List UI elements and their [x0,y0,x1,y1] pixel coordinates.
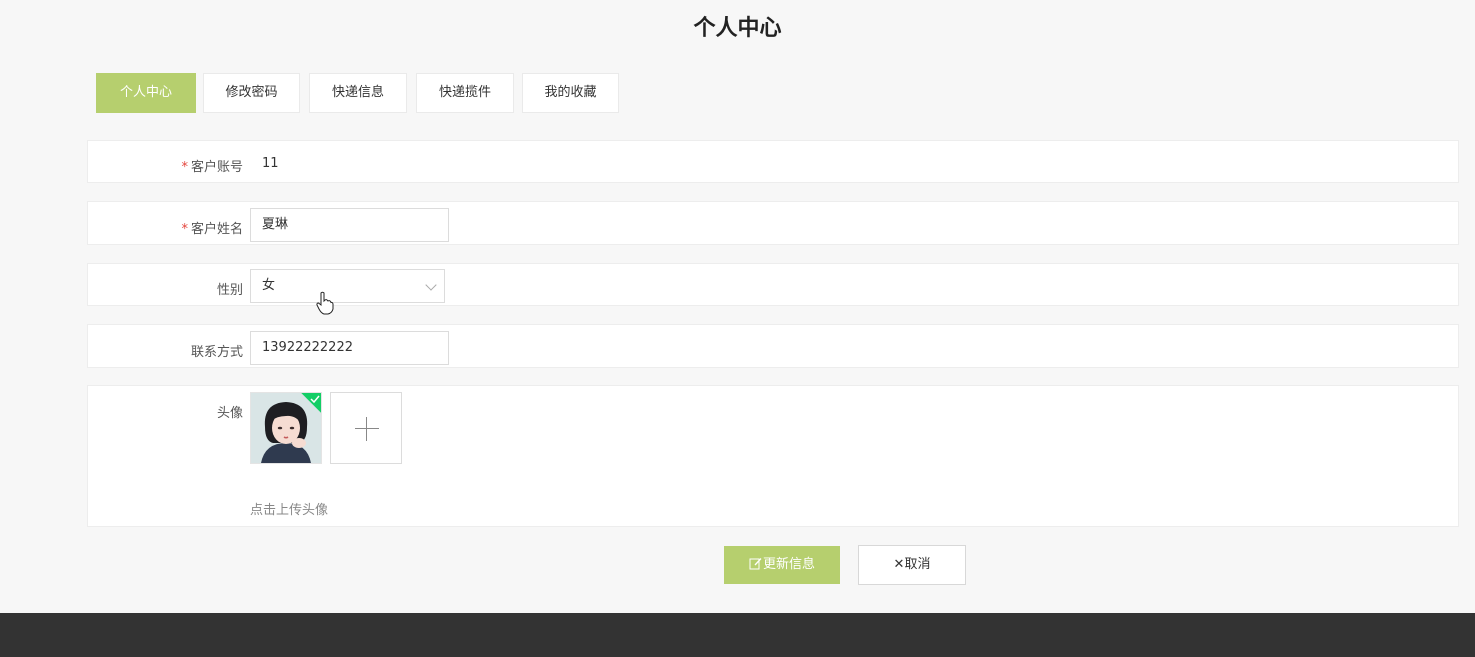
tab-express-pickup[interactable]: 快递揽件 [416,73,514,113]
gender-select-value: 女 [262,278,276,293]
update-info-button[interactable]: 更新信息 [724,546,840,584]
close-icon: ✕ [893,557,905,572]
form-row-gender: 性别 女 [87,263,1459,306]
cancel-button[interactable]: ✕取消 [858,545,966,585]
check-icon [310,395,320,403]
tab-change-password[interactable]: 修改密码 [203,73,300,113]
phone-label: 联系方式 [190,345,243,360]
form-row-account: * 客户账号 11 [87,140,1459,183]
form-row-phone: 联系方式 13922222222 [87,324,1459,368]
tab-my-favorites[interactable]: 我的收藏 [522,73,619,113]
required-mark: * [181,222,188,237]
avatar-illustration [251,393,321,463]
required-mark: * [181,160,188,175]
gender-label: 性别 [216,283,243,298]
phone-input[interactable]: 13922222222 [250,331,449,365]
footer-bar [0,613,1475,657]
hand-cursor-icon [316,291,334,315]
account-value: 11 [262,156,279,171]
edit-icon [749,558,762,570]
upload-hint: 点击上传头像 [250,503,329,518]
form-row-name: * 客户姓名 夏琳 [87,201,1459,245]
avatar-label: 头像 [216,406,243,421]
tab-personal-center[interactable]: 个人中心 [96,73,196,113]
gender-select[interactable]: 女 [250,269,445,303]
update-info-label: 更新信息 [762,557,815,572]
chevron-down-icon [425,279,437,291]
name-label: * 客户姓名 [181,222,243,237]
form-row-avatar: 头像 点击上传头像 [87,385,1459,527]
avatar-upload-button[interactable] [330,392,402,464]
page-title: 个人中心 [693,16,782,41]
tab-express-info[interactable]: 快递信息 [309,73,407,113]
account-label: * 客户账号 [181,160,243,175]
cancel-label: 取消 [904,557,931,572]
avatar-image[interactable] [250,392,322,464]
name-input[interactable]: 夏琳 [250,208,449,242]
